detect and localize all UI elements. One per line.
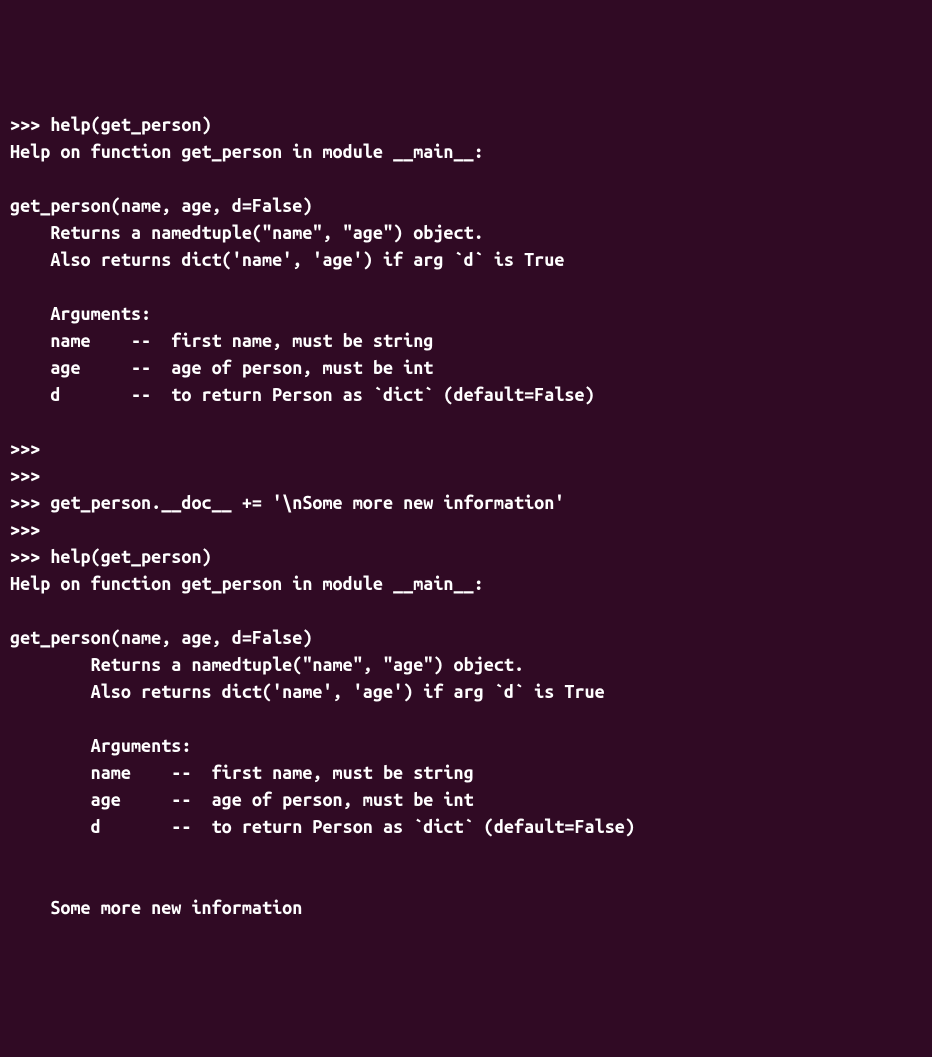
terminal-line: Some more new information xyxy=(10,895,922,922)
terminal-line: Returns a namedtuple("name", "age") obje… xyxy=(10,220,922,247)
terminal-line: Also returns dict('name', 'age') if arg … xyxy=(10,247,922,274)
terminal-output[interactable]: >>> help(get_person)Help on function get… xyxy=(10,112,922,922)
terminal-line: name -- first name, must be string xyxy=(10,760,922,787)
terminal-line xyxy=(10,598,922,625)
terminal-line: Help on function get_person in module __… xyxy=(10,571,922,598)
terminal-line: >>> help(get_person) xyxy=(10,112,922,139)
terminal-line: >>> help(get_person) xyxy=(10,544,922,571)
terminal-line: get_person(name, age, d=False) xyxy=(10,193,922,220)
terminal-line: get_person(name, age, d=False) xyxy=(10,625,922,652)
terminal-line: >>> xyxy=(10,463,922,490)
terminal-line: Returns a namedtuple("name", "age") obje… xyxy=(10,652,922,679)
terminal-line: age -- age of person, must be int xyxy=(10,787,922,814)
terminal-line: Help on function get_person in module __… xyxy=(10,139,922,166)
terminal-line: Arguments: xyxy=(10,733,922,760)
terminal-line: d -- to return Person as `dict` (default… xyxy=(10,382,922,409)
terminal-line xyxy=(10,166,922,193)
terminal-line: >>> get_person.__doc__ += '\nSome more n… xyxy=(10,490,922,517)
terminal-line: Also returns dict('name', 'age') if arg … xyxy=(10,679,922,706)
terminal-line: name -- first name, must be string xyxy=(10,328,922,355)
terminal-line: d -- to return Person as `dict` (default… xyxy=(10,814,922,841)
terminal-line xyxy=(10,274,922,301)
terminal-line: >>> xyxy=(10,517,922,544)
terminal-line: Arguments: xyxy=(10,301,922,328)
terminal-line: >>> xyxy=(10,436,922,463)
terminal-line: age -- age of person, must be int xyxy=(10,355,922,382)
terminal-line xyxy=(10,841,922,868)
terminal-line xyxy=(10,706,922,733)
terminal-line xyxy=(10,409,922,436)
terminal-line xyxy=(10,868,922,895)
